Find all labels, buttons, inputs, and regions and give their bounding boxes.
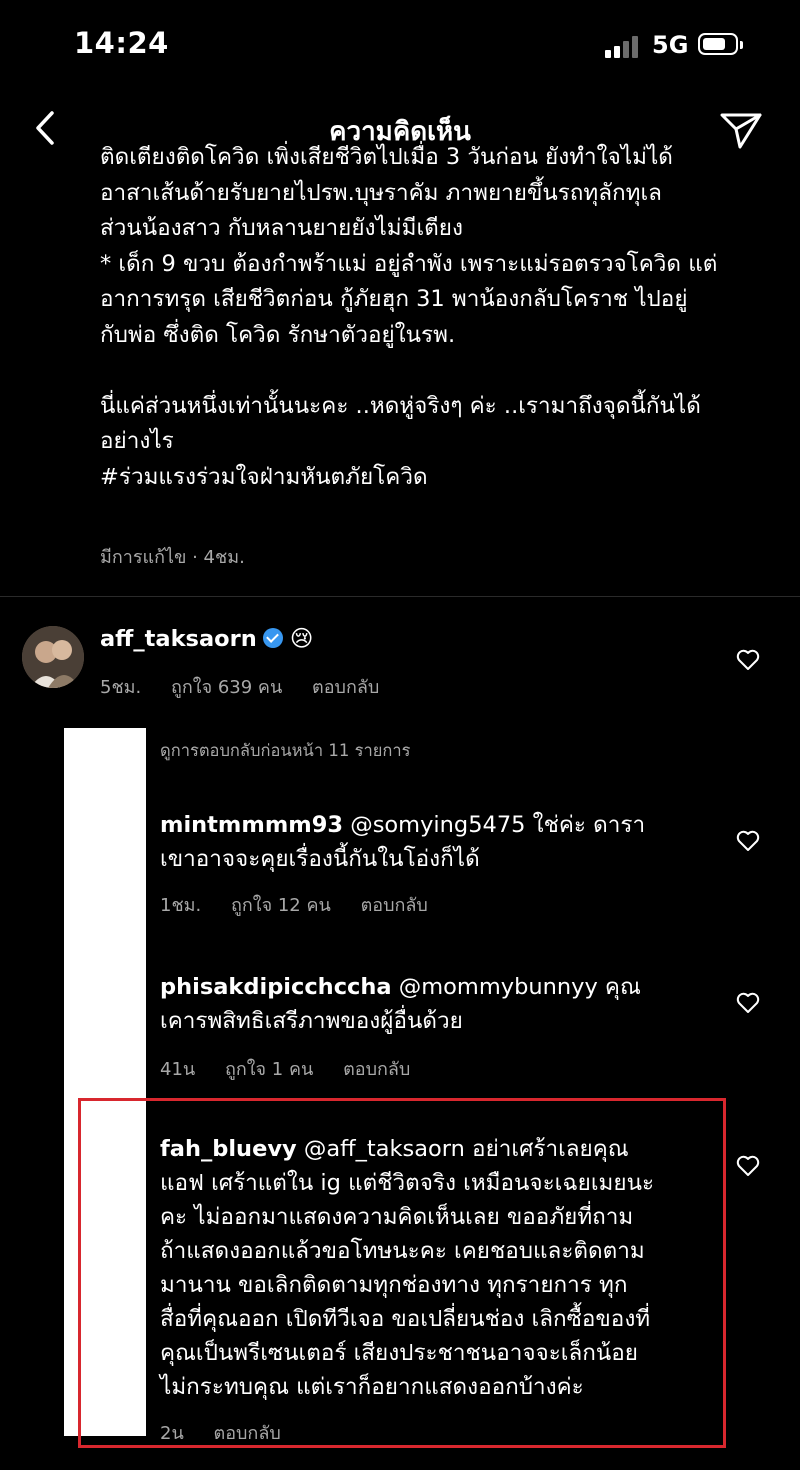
comment-likes[interactable]: ถูกใจ 639 คน: [171, 677, 282, 698]
reply-meta: 1ชม. ถูกใจ 12 คน ตอบกลับ: [160, 890, 452, 919]
reply-username[interactable]: mintmmmm93: [160, 812, 343, 838]
reply-item: phisakdipicchccha @mommybunnyy คุณ เคารพ…: [160, 970, 720, 1038]
avatar-image: [22, 626, 84, 688]
comment-username[interactable]: aff_taksaorn: [100, 626, 257, 652]
reply-username[interactable]: fah_bluevy: [160, 1136, 297, 1162]
reply-item: fah_bluevy @aff_taksaorn อย่าเศร้าเลยคุณ…: [160, 1132, 720, 1404]
reply-username[interactable]: phisakdipicchccha: [160, 974, 392, 1000]
heart-icon[interactable]: [735, 648, 761, 672]
comment-emoji: 😢: [289, 626, 314, 652]
post-caption: ติดเตียงติดโควิด เพิ่งเสียชีวิตไปเมื่อ 3…: [100, 144, 718, 490]
comment-meta: 5ชม. ถูกใจ 639 คน ตอบกลับ: [100, 672, 403, 701]
signal-icon: [605, 34, 645, 58]
battery-icon: [698, 33, 743, 55]
reply-time: 1ชม.: [160, 895, 202, 916]
reply-button[interactable]: ตอบกลับ: [214, 1423, 281, 1444]
avatar[interactable]: [22, 626, 84, 688]
status-bar: 14:24 5G: [0, 0, 800, 95]
reply-button[interactable]: ตอบกลับ: [361, 895, 428, 916]
heart-icon[interactable]: [735, 829, 761, 853]
reply-text: @aff_taksaorn อย่าเศร้าเลยคุณ แอฟ เศร้าแ…: [160, 1136, 655, 1400]
heart-icon[interactable]: [735, 1154, 761, 1178]
divider: [0, 596, 800, 597]
view-previous-replies[interactable]: ดูการตอบกลับก่อนหน้า 11 รายการ: [160, 738, 411, 764]
reply-time: 41น: [160, 1059, 196, 1080]
reply-likes[interactable]: ถูกใจ 1 คน: [225, 1059, 313, 1080]
comment: aff_taksaorn 😢: [100, 622, 313, 656]
reply-time: 2น: [160, 1423, 184, 1444]
reply-button[interactable]: ตอบกลับ: [343, 1059, 410, 1080]
reply-item: mintmmmm93 @somying5475 ใช่ค่ะ ดารา เขาอ…: [160, 808, 720, 876]
reply-meta: 41น ถูกใจ 1 คน ตอบกลับ: [160, 1054, 434, 1083]
status-time: 14:24: [74, 26, 169, 60]
network-label: 5G: [652, 31, 689, 59]
heart-icon[interactable]: [735, 991, 761, 1015]
caption-meta: มีการแก้ไข · 4ชม.: [100, 547, 245, 568]
reply-button[interactable]: ตอบกลับ: [312, 677, 379, 698]
verified-badge-icon: [262, 628, 283, 648]
comment-time: 5ชม.: [100, 677, 142, 698]
reply-likes[interactable]: ถูกใจ 12 คน: [231, 895, 331, 916]
reply-meta: 2น ตอบกลับ: [160, 1418, 305, 1447]
